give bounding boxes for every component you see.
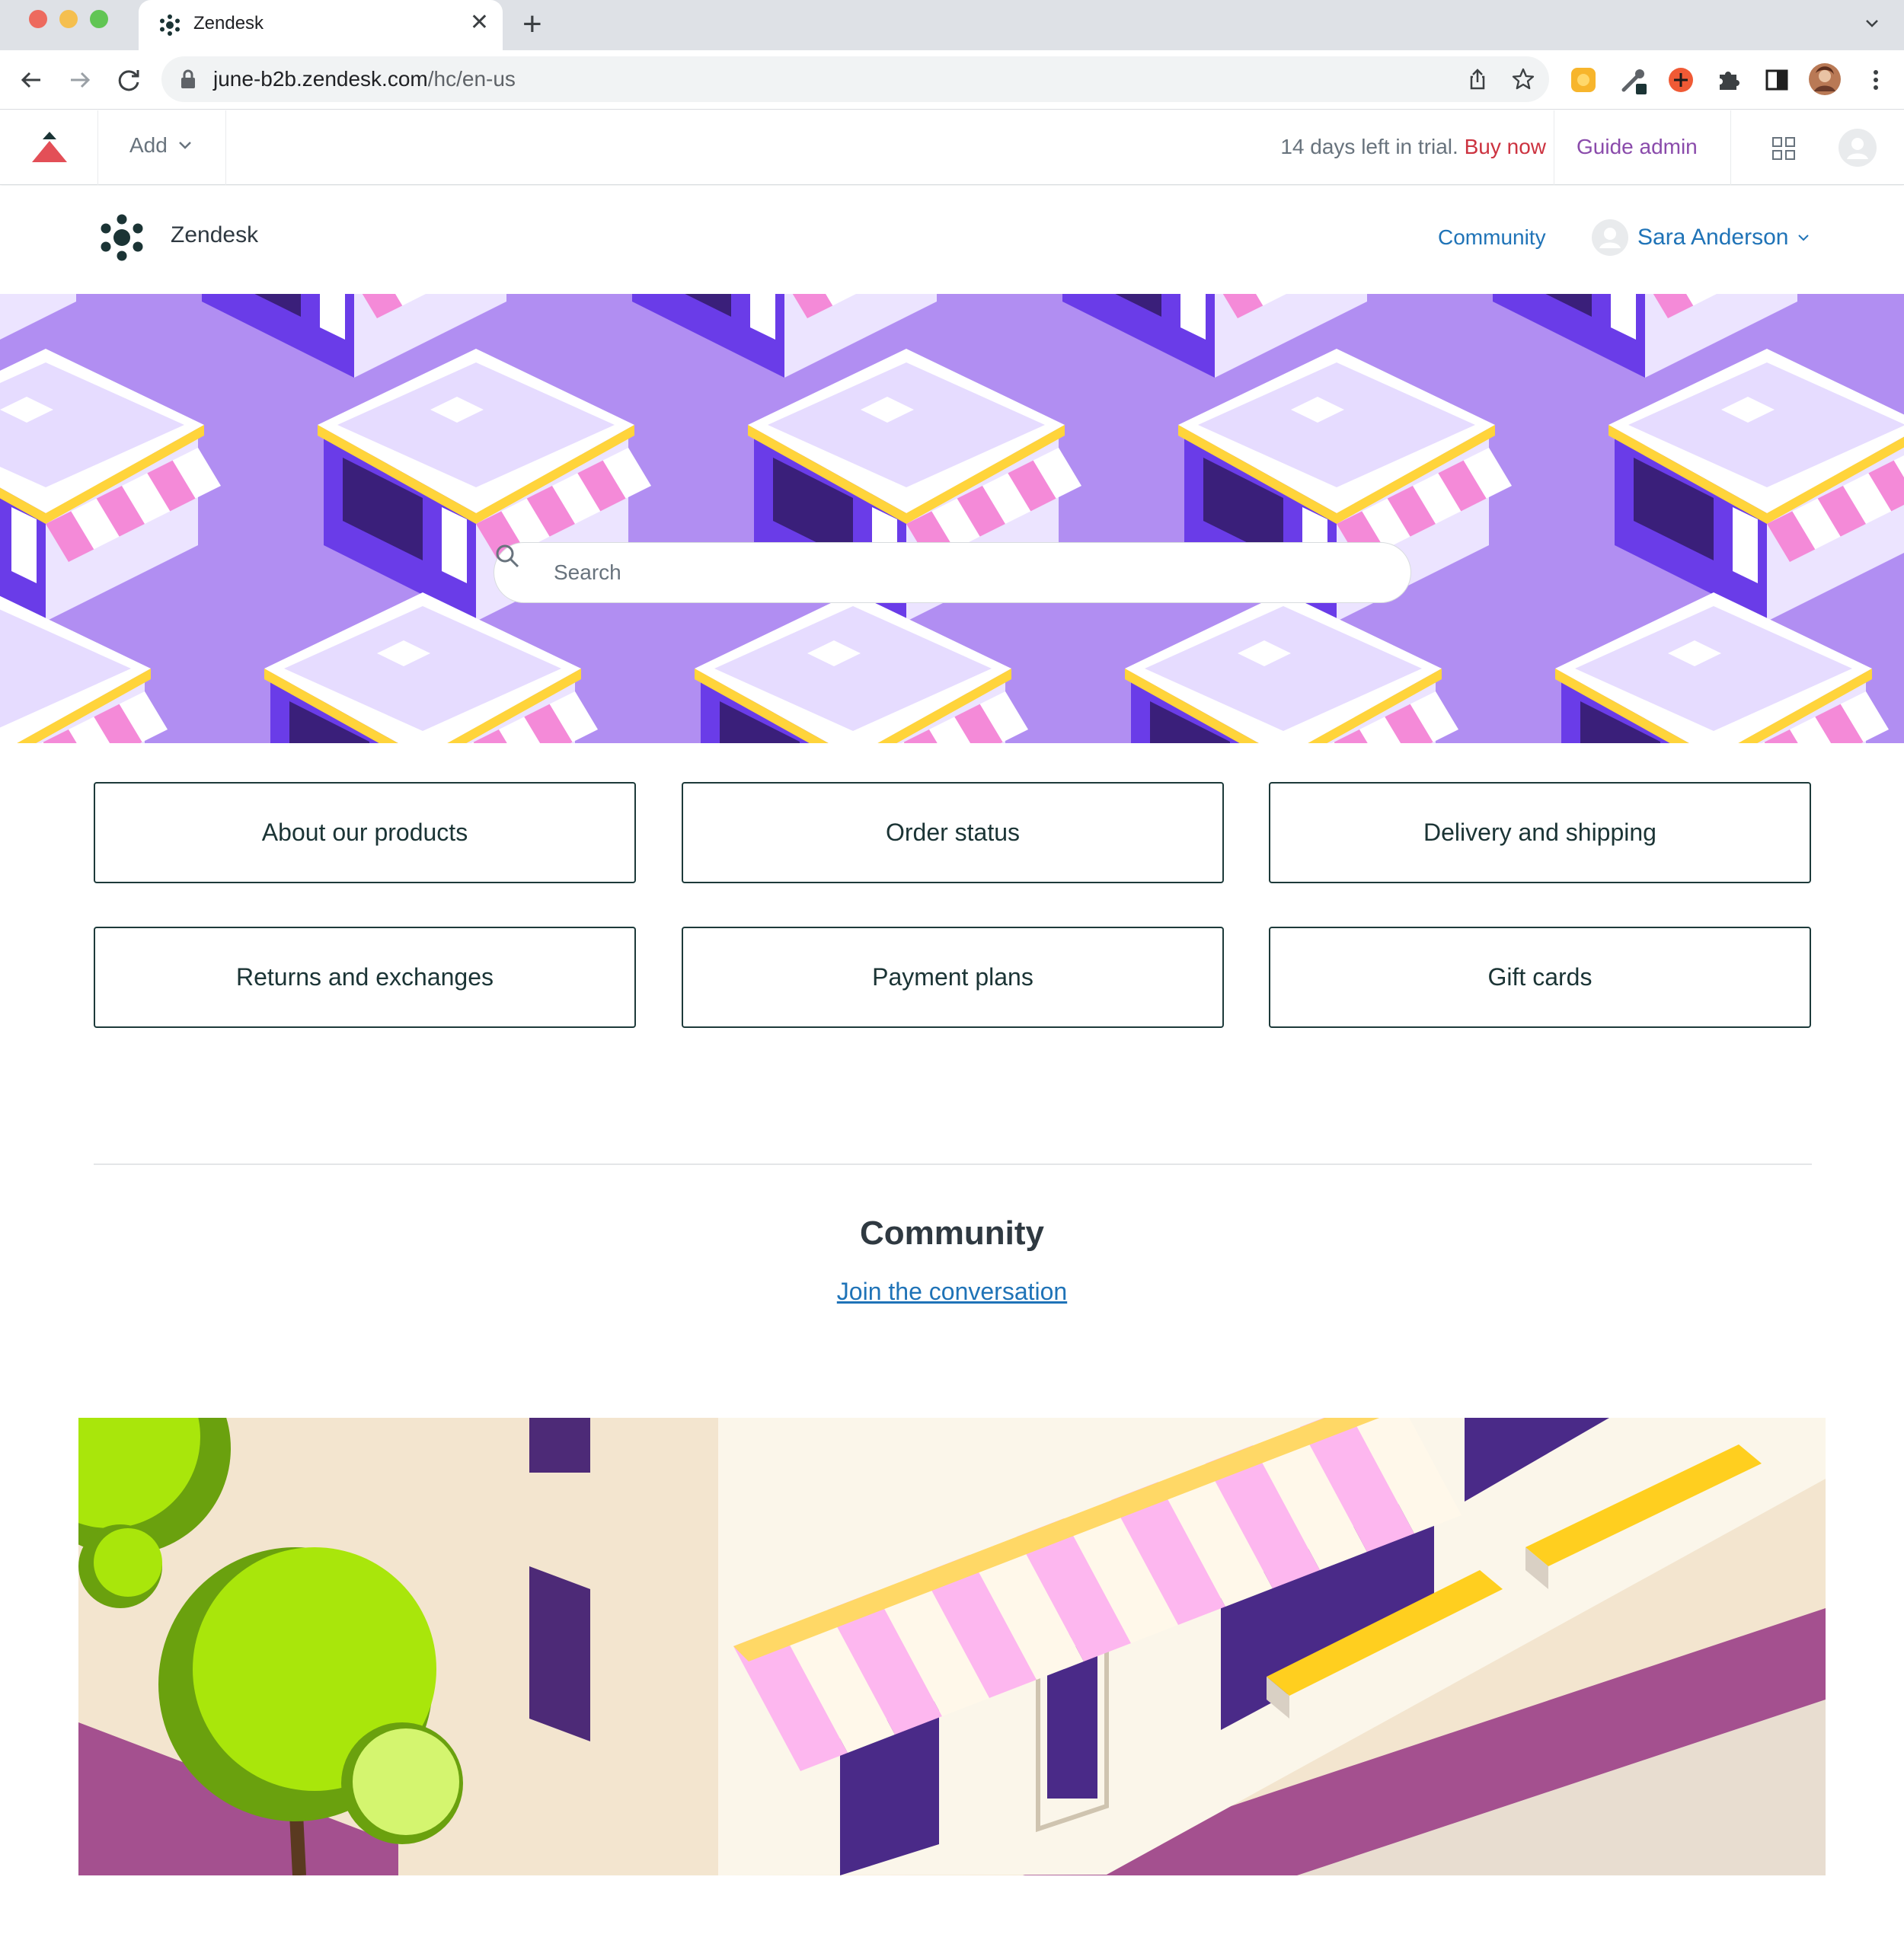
search-input[interactable]: [554, 543, 1376, 602]
add-label: Add: [129, 133, 168, 157]
hero-banner: [0, 294, 1904, 743]
category-block[interactable]: Payment plans: [682, 927, 1224, 1028]
tab-close-icon[interactable]: ✕: [470, 9, 489, 37]
side-panel-icon[interactable]: [1762, 65, 1791, 94]
avatar: [1592, 219, 1628, 256]
community-cta: Join the conversation: [0, 1278, 1904, 1306]
share-icon[interactable]: [1465, 67, 1490, 91]
hero-illustration: [0, 294, 1904, 743]
reload-icon[interactable]: [113, 64, 145, 96]
chevron-down-icon: [1798, 235, 1810, 241]
user-name: Sara Anderson: [1637, 225, 1789, 250]
profile-avatar-icon[interactable]: [1808, 62, 1842, 96]
user-icon: [1847, 138, 1868, 159]
category-block[interactable]: Gift cards: [1269, 927, 1811, 1028]
arrow-left-icon[interactable]: [15, 64, 47, 96]
star-icon[interactable]: [1511, 67, 1535, 91]
browser-tabstrip: Zendesk ✕ +: [0, 0, 1904, 50]
add-menu-button[interactable]: Add: [129, 133, 192, 158]
category-block[interactable]: Delivery and shipping: [1269, 782, 1811, 883]
close-window-button[interactable]: [29, 10, 47, 28]
category-block[interactable]: Returns and exchanges: [94, 927, 636, 1028]
kebab-menu-icon[interactable]: [1861, 65, 1890, 94]
url-path: /hc/en-us: [427, 67, 516, 91]
shop-door: [11, 507, 37, 583]
join-conversation-link[interactable]: Join the conversation: [837, 1278, 1067, 1305]
minimize-window-button[interactable]: [59, 10, 78, 28]
guide-logo-icon[interactable]: [30, 130, 69, 164]
tab-search-chevron-icon[interactable]: [1863, 14, 1881, 32]
trial-text: 14 days left in trial.: [1280, 135, 1458, 158]
chevron-down-icon: [178, 142, 191, 149]
help-center-header: Zendesk Community Sara Anderson: [0, 186, 1904, 294]
shop-door: [1733, 507, 1758, 583]
browser-tab-active[interactable]: Zendesk ✕: [139, 0, 503, 50]
storefront-illustration: [78, 1418, 1826, 1875]
community-illustration: [78, 1418, 1826, 1875]
buy-now-link[interactable]: Buy now: [1465, 135, 1546, 158]
category-block[interactable]: Order status: [682, 782, 1224, 883]
user-icon: [1599, 228, 1621, 248]
community-heading: Community: [860, 1214, 1044, 1252]
arrow-right-icon[interactable]: [64, 64, 96, 96]
guide-admin-link[interactable]: Guide admin: [1577, 135, 1698, 159]
brand-name[interactable]: Zendesk: [171, 222, 258, 248]
zoom-window-button[interactable]: [90, 10, 108, 28]
tab-title: Zendesk: [193, 13, 264, 34]
extension-plus-icon[interactable]: [1666, 65, 1695, 94]
admin-divider: [97, 110, 98, 185]
category-block[interactable]: About our products: [94, 782, 636, 883]
search-icon: [496, 544, 519, 568]
zendesk-logo-icon[interactable]: [97, 213, 146, 262]
lock-icon[interactable]: [180, 69, 196, 90]
guide-admin-bar: Add 14 days left in trial. Buy now Guide…: [0, 110, 1904, 185]
nav-community-link[interactable]: Community: [1438, 225, 1546, 250]
extension-eyedropper-icon[interactable]: [1619, 65, 1648, 94]
new-tab-button[interactable]: +: [522, 6, 542, 43]
admin-divider: [225, 110, 226, 185]
zendesk-favicon-icon: [160, 14, 180, 36]
address-bar[interactable]: june-b2b.zendesk.com/hc/en-us: [161, 56, 1549, 102]
browser-toolbar: june-b2b.zendesk.com/hc/en-us: [0, 50, 1904, 110]
url-host: june-b2b.zendesk.com: [213, 67, 428, 91]
section-divider: [94, 1163, 1812, 1165]
shop-door: [442, 507, 467, 583]
user-menu[interactable]: Sara Anderson: [1592, 219, 1810, 256]
admin-avatar[interactable]: [1839, 129, 1877, 167]
search-box[interactable]: [494, 542, 1411, 603]
url-text[interactable]: june-b2b.zendesk.com/hc/en-us: [213, 67, 516, 91]
puzzle-icon[interactable]: [1714, 65, 1743, 94]
grid-icon[interactable]: [1771, 136, 1796, 161]
admin-divider: [1730, 110, 1731, 185]
extension-sun-icon[interactable]: [1569, 65, 1598, 94]
trial-status: 14 days left in trial. Buy now: [1280, 135, 1546, 159]
category-blocks: About our products Order status Delivery…: [94, 782, 1811, 1029]
